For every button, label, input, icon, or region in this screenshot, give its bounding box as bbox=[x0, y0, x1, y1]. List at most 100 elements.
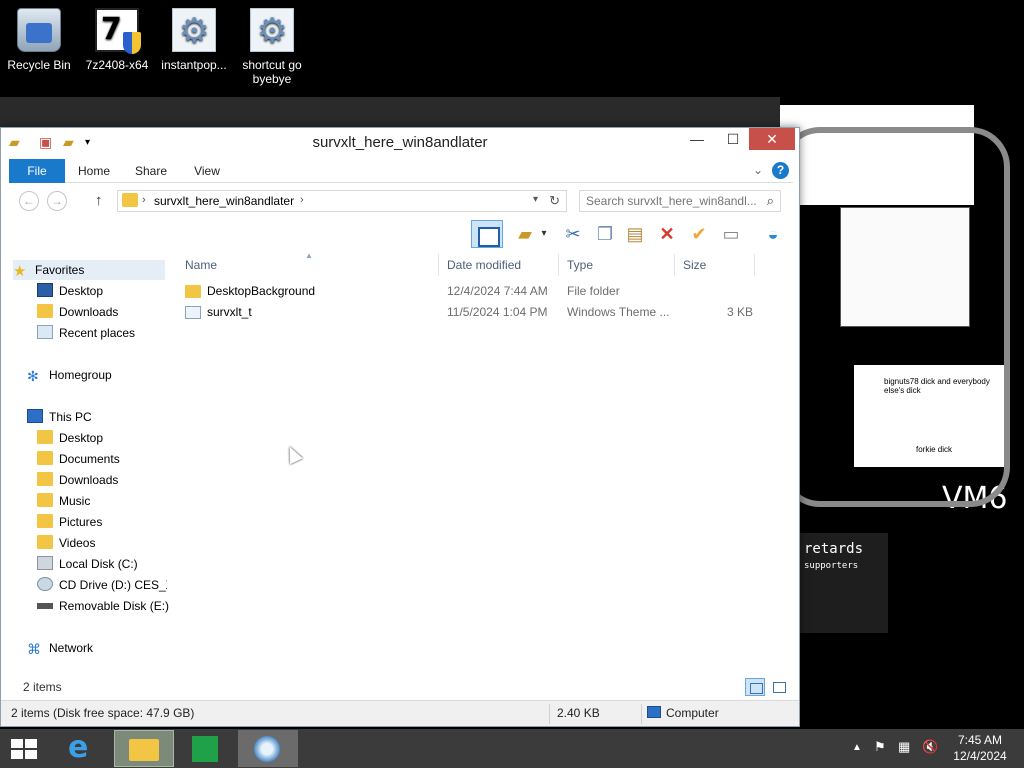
cd-drive-icon bbox=[37, 577, 53, 591]
nav-label: Homegroup bbox=[49, 368, 112, 382]
file-name: survxlt_t bbox=[207, 305, 252, 319]
column-header-date[interactable]: Date modified bbox=[439, 254, 559, 276]
delete-icon[interactable]: ✕ bbox=[653, 220, 681, 248]
internet-explorer-icon[interactable] bbox=[52, 730, 112, 767]
up-button[interactable]: ↑ bbox=[95, 192, 103, 209]
search-input[interactable] bbox=[586, 194, 756, 208]
column-header-type[interactable]: Type bbox=[559, 254, 675, 276]
nav-network[interactable]: ⌘ Network bbox=[27, 638, 93, 658]
back-button[interactable]: ← bbox=[19, 191, 39, 211]
forward-button[interactable]: → bbox=[47, 191, 67, 211]
nav-label: Downloads bbox=[59, 305, 119, 319]
show-hidden-icons-icon[interactable]: ▲ bbox=[852, 742, 862, 753]
copy-icon[interactable]: ❐ bbox=[591, 220, 619, 248]
nav-label: Pictures bbox=[59, 515, 103, 529]
nav-this-pc[interactable]: This PC bbox=[27, 407, 92, 427]
help-button[interactable]: ? bbox=[772, 162, 789, 179]
nav-item-removable-disk[interactable]: Removable Disk (E:) bbox=[37, 596, 169, 616]
breadcrumb-chevron-icon[interactable]: › bbox=[142, 194, 146, 206]
minimize-button[interactable]: — bbox=[679, 128, 715, 150]
details-view-button[interactable] bbox=[745, 678, 765, 696]
store-icon[interactable] bbox=[176, 730, 236, 767]
column-header-name[interactable]: Name bbox=[177, 254, 439, 276]
nav-item-recent-places[interactable]: Recent places bbox=[37, 323, 135, 343]
preview-pane-button[interactable] bbox=[471, 220, 503, 248]
chevron-down-icon[interactable]: ▾ bbox=[537, 220, 551, 248]
nav-item-pictures[interactable]: Pictures bbox=[37, 512, 102, 532]
nav-label: Videos bbox=[59, 536, 96, 550]
desktop-icon-7zip[interactable]: 7z2408-x64 bbox=[80, 8, 154, 72]
tab-home[interactable]: Home bbox=[65, 159, 123, 183]
file-type: File folder bbox=[567, 284, 620, 298]
computer-icon bbox=[647, 706, 661, 718]
taskbar-clock[interactable]: 7:45 AM 12/4/2024 bbox=[940, 732, 1020, 764]
search-icon[interactable]: ⌕ bbox=[767, 193, 774, 209]
explorer-window: ▰ ▣ ▰ ▾ survxlt_here_win8andlater — ☐ ✕ … bbox=[0, 127, 800, 727]
nav-homegroup[interactable]: ✻ Homegroup bbox=[27, 365, 112, 385]
homegroup-icon: ✻ bbox=[27, 368, 39, 384]
divider bbox=[641, 704, 642, 724]
cut-icon[interactable]: ✂ bbox=[559, 220, 587, 248]
file-size: 3 KB bbox=[726, 305, 753, 319]
app-icon[interactable] bbox=[238, 730, 298, 767]
status-bar: 2 items bbox=[9, 678, 793, 698]
search-box[interactable]: ⌕ bbox=[579, 190, 781, 212]
wallpaper-banner: retards bbox=[804, 541, 864, 557]
nav-item-local-disk[interactable]: Local Disk (C:) bbox=[37, 554, 138, 574]
downloads-folder-icon bbox=[37, 304, 53, 318]
address-bar[interactable]: › survxlt_here_win8andlater › ▾ ↻ bbox=[117, 190, 567, 212]
nav-item-documents[interactable]: Documents bbox=[37, 449, 120, 469]
desktop-icon-instantpop[interactable]: instantpop... bbox=[157, 8, 231, 72]
breadcrumb-current-folder[interactable]: survxlt_here_win8andlater bbox=[154, 194, 294, 208]
details-bar: 2 items (Disk free space: 47.9 GB) 2.40 … bbox=[1, 700, 799, 726]
close-button[interactable]: ✕ bbox=[749, 128, 795, 150]
file-list: ▲ Name Date modified Type Size DesktopBa… bbox=[177, 251, 793, 694]
folder-icon bbox=[122, 193, 138, 207]
network-tray-icon[interactable]: ▦ bbox=[898, 739, 910, 755]
nav-label: Recent places bbox=[59, 326, 136, 340]
desktop-icon-recycle-bin[interactable]: Recycle Bin bbox=[2, 8, 76, 72]
action-center-flag-icon[interactable]: ⚑ bbox=[874, 739, 886, 755]
navigation-pane: ★ Favorites Desktop Downloads Recent plac… bbox=[9, 254, 169, 694]
address-history-dropdown-icon[interactable]: ▾ bbox=[533, 194, 538, 205]
desktop-icon bbox=[37, 283, 53, 297]
volume-muted-icon[interactable]: 🔇 bbox=[922, 739, 938, 755]
desktop-icon-shortcut[interactable]: shortcut go byebye bbox=[235, 8, 309, 86]
email-icon[interactable]: ▭ bbox=[717, 220, 745, 248]
ribbon-tabs: File Home Share View ⌄ ? bbox=[9, 159, 793, 183]
documents-folder-icon bbox=[37, 451, 53, 465]
file-row[interactable]: DesktopBackground 12/4/2024 7:44 AM File… bbox=[177, 281, 777, 302]
tab-file[interactable]: File bbox=[9, 159, 65, 183]
start-button[interactable] bbox=[0, 730, 48, 767]
nav-item-cd-drive[interactable]: CD Drive (D:) CES_X( bbox=[37, 575, 167, 595]
nav-item-pc-downloads[interactable]: Downloads bbox=[37, 470, 118, 490]
wallpaper-strip bbox=[0, 97, 780, 127]
title-bar[interactable]: ▰ ▣ ▰ ▾ survxlt_here_win8andlater — ☐ ✕ bbox=[1, 128, 799, 159]
nav-item-pc-desktop[interactable]: Desktop bbox=[37, 428, 103, 448]
nav-item-desktop[interactable]: Desktop bbox=[37, 281, 103, 301]
file-explorer-icon[interactable] bbox=[114, 730, 174, 767]
file-row[interactable]: survxlt_t 11/5/2024 1:04 PM Windows Them… bbox=[177, 302, 777, 323]
expand-ribbon-icon[interactable]: ⌄ bbox=[753, 163, 763, 177]
paste-icon[interactable]: ▤ bbox=[621, 220, 649, 248]
refresh-button[interactable]: ↻ bbox=[549, 193, 560, 209]
properties-icon[interactable]: ▰ bbox=[511, 220, 539, 248]
file-type: Windows Theme ... bbox=[567, 305, 670, 319]
theme-shell-icon[interactable]: ◒ bbox=[759, 220, 787, 248]
nav-item-music[interactable]: Music bbox=[37, 491, 90, 511]
nav-favorites[interactable]: ★ Favorites bbox=[13, 260, 165, 280]
large-icons-view-button[interactable] bbox=[769, 678, 789, 696]
tab-view[interactable]: View bbox=[179, 159, 235, 183]
nav-label: Documents bbox=[59, 452, 120, 466]
breadcrumb-chevron-icon[interactable]: › bbox=[300, 194, 304, 206]
rename-icon[interactable]: ✔ bbox=[685, 220, 713, 248]
nav-item-downloads[interactable]: Downloads bbox=[37, 302, 118, 322]
maximize-button[interactable]: ☐ bbox=[713, 128, 753, 150]
details-summary: 2 items (Disk free space: 47.9 GB) bbox=[11, 706, 195, 720]
nav-label: Removable Disk (E:) bbox=[59, 599, 170, 613]
7zip-installer-icon bbox=[95, 8, 141, 54]
tab-share[interactable]: Share bbox=[123, 159, 179, 183]
desktop-icon-label: shortcut go byebye bbox=[242, 58, 302, 86]
column-header-size[interactable]: Size bbox=[675, 254, 755, 276]
nav-item-videos[interactable]: Videos bbox=[37, 533, 95, 553]
